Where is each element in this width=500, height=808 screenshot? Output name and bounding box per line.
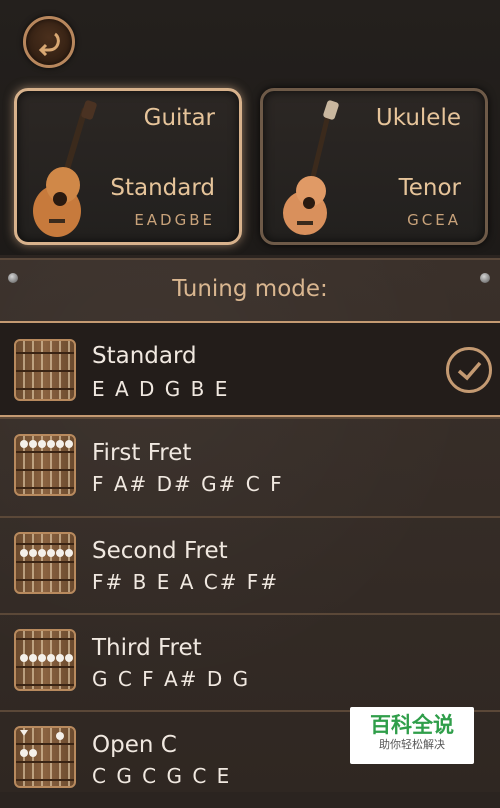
divider — [0, 417, 500, 419]
instrument-notes: GCEA — [407, 211, 461, 229]
tuning-mode-name: Third Fret — [92, 635, 202, 661]
fretboard-icon — [14, 726, 76, 788]
instrument-name: Ukulele — [375, 105, 461, 131]
tuning-mode-first-fret[interactable]: First Fret F A# D# G# C F — [0, 420, 500, 516]
instrument-notes: EADGBE — [134, 211, 215, 229]
tuning-mode-notes: C G C G C E — [92, 764, 232, 788]
back-arrow-icon — [38, 32, 60, 56]
guitar-icon — [33, 100, 97, 237]
instrument-name: Guitar — [143, 105, 215, 131]
tuning-mode-notes: F# B E A C# F# — [92, 570, 280, 594]
instrument-card-ukulele[interactable]: Ukulele Tenor GCEA — [260, 88, 488, 245]
fretboard-icon — [14, 434, 76, 496]
tuning-mode-notes: F A# D# G# C F — [92, 472, 284, 496]
tuning-mode-notes: E A D G B E — [92, 377, 230, 401]
tuning-mode-standard[interactable]: Standard E A D G B E — [0, 321, 500, 417]
tuning-mode-second-fret[interactable]: Second Fret F# B E A C# F# — [0, 518, 500, 614]
instrument-tuning: Standard — [110, 175, 215, 201]
watermark-title: 百科全说 — [370, 713, 454, 737]
tuning-mode-title: Tuning mode: — [172, 276, 328, 302]
tuning-mode-notes: G C F A# D G — [92, 667, 251, 691]
fretboard-icon — [14, 532, 76, 594]
tuning-mode-third-fret[interactable]: Third Fret G C F A# D G — [0, 615, 500, 711]
back-button[interactable] — [23, 16, 75, 68]
tuning-mode-name: First Fret — [92, 440, 192, 466]
watermark-subtitle: 助你轻松解决 — [379, 738, 445, 751]
fretboard-icon — [14, 629, 76, 691]
checkmark-icon — [446, 347, 492, 393]
tuning-mode-name: Open C — [92, 732, 177, 758]
instrument-tuning: Tenor — [398, 175, 461, 201]
watermark-logo: 百科全说 助你轻松解决 — [350, 707, 474, 764]
fretboard-icon — [14, 339, 76, 401]
ukulele-icon — [283, 100, 339, 235]
tuning-mode-name: Standard — [92, 343, 197, 369]
instrument-card-guitar[interactable]: Guitar Standard EADGBE — [14, 88, 242, 245]
tuning-mode-name: Second Fret — [92, 538, 228, 564]
